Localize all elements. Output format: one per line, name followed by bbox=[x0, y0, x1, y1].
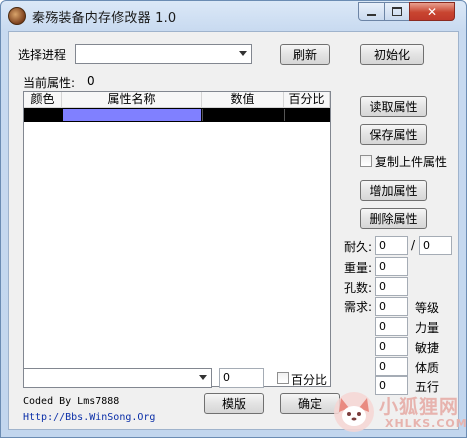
fox-logo-icon bbox=[334, 392, 374, 432]
copy-prev-label: 复制上件属性 bbox=[375, 155, 448, 169]
chevron-down-icon bbox=[199, 375, 207, 380]
require-strength-label: 力量 bbox=[415, 321, 440, 335]
forum-link[interactable]: Http://Bbs.WinSong.Org bbox=[23, 412, 155, 423]
column-header-name[interactable]: 属性名称 bbox=[62, 92, 202, 107]
delete-attr-button[interactable]: 删除属性 bbox=[360, 208, 427, 229]
column-header-color[interactable]: 颜色 bbox=[24, 92, 62, 107]
require-agility-label: 敏捷 bbox=[415, 341, 440, 355]
process-label: 选择进程 bbox=[18, 48, 67, 62]
require-label: 需求: bbox=[344, 300, 373, 314]
watermark-en: XHLKS.COM bbox=[385, 417, 467, 430]
read-attr-button[interactable]: 读取属性 bbox=[360, 96, 427, 117]
close-button[interactable]: ✕ bbox=[409, 2, 455, 21]
client-area: 选择进程 刷新 初始化 当前属性: 0 颜色 属性名称 数值 百分比 读取属性 bbox=[8, 31, 459, 430]
attribute-table[interactable]: 颜色 属性名称 数值 百分比 bbox=[23, 91, 331, 387]
require-constitution-input[interactable]: 0 bbox=[375, 357, 408, 376]
init-button[interactable]: 初始化 bbox=[360, 44, 424, 65]
attr-select-combo[interactable] bbox=[23, 368, 212, 388]
site-watermark: 小狐狸网 XHLKS.COM bbox=[311, 386, 466, 436]
require-level-input[interactable]: 0 bbox=[375, 297, 408, 316]
table-header: 颜色 属性名称 数值 百分比 bbox=[24, 92, 330, 108]
percent-checkbox[interactable] bbox=[277, 372, 289, 384]
row-divider bbox=[202, 109, 203, 121]
add-attr-button[interactable]: 增加属性 bbox=[360, 180, 427, 201]
weight-input[interactable]: 0 bbox=[375, 257, 408, 276]
copy-prev-checkbox[interactable] bbox=[360, 155, 372, 167]
require-level-label: 等级 bbox=[415, 301, 440, 315]
maximize-button[interactable] bbox=[384, 2, 410, 21]
column-header-value[interactable]: 数值 bbox=[202, 92, 284, 107]
durability-label: 耐久: bbox=[344, 240, 373, 254]
app-window: 秦殇装备内存修改器 1.0 ✕ 选择进程 刷新 初始化 当前属性: 0 颜色 属… bbox=[0, 0, 467, 438]
attr-number-input[interactable]: 0 bbox=[219, 368, 264, 388]
durability-max-input[interactable]: 0 bbox=[419, 236, 452, 255]
close-icon: ✕ bbox=[426, 4, 438, 19]
weight-label: 重量: bbox=[344, 261, 373, 275]
holes-input[interactable]: 0 bbox=[375, 277, 408, 296]
durability-input[interactable]: 0 bbox=[375, 236, 408, 255]
row-divider bbox=[284, 109, 285, 121]
minimize-icon bbox=[367, 13, 376, 16]
column-header-percent[interactable]: 百分比 bbox=[284, 92, 330, 107]
maximize-icon bbox=[392, 7, 402, 16]
require-strength-input[interactable]: 0 bbox=[375, 317, 408, 336]
current-attr-value: 0 bbox=[87, 74, 95, 88]
durability-separator: / bbox=[411, 238, 416, 252]
app-icon bbox=[8, 7, 26, 25]
credit-text: Coded By Lms7888 bbox=[23, 396, 120, 407]
save-attr-button[interactable]: 保存属性 bbox=[360, 124, 427, 145]
minimize-button[interactable] bbox=[358, 2, 385, 21]
refresh-button[interactable]: 刷新 bbox=[280, 44, 330, 65]
title-bar[interactable]: 秦殇装备内存修改器 1.0 ✕ bbox=[1, 1, 466, 31]
current-attr-label: 当前属性: bbox=[23, 76, 76, 90]
watermark-cn: 小狐狸网 bbox=[379, 396, 460, 418]
window-title: 秦殇装备内存修改器 1.0 bbox=[32, 11, 177, 26]
require-constitution-label: 体质 bbox=[415, 361, 440, 375]
require-agility-input[interactable]: 0 bbox=[375, 337, 408, 356]
template-button[interactable]: 模版 bbox=[204, 393, 264, 414]
process-combo[interactable] bbox=[75, 44, 252, 64]
holes-label: 孔数: bbox=[344, 281, 373, 295]
table-row[interactable] bbox=[24, 108, 330, 122]
chevron-down-icon bbox=[239, 51, 247, 56]
selected-name-cell bbox=[63, 109, 201, 121]
